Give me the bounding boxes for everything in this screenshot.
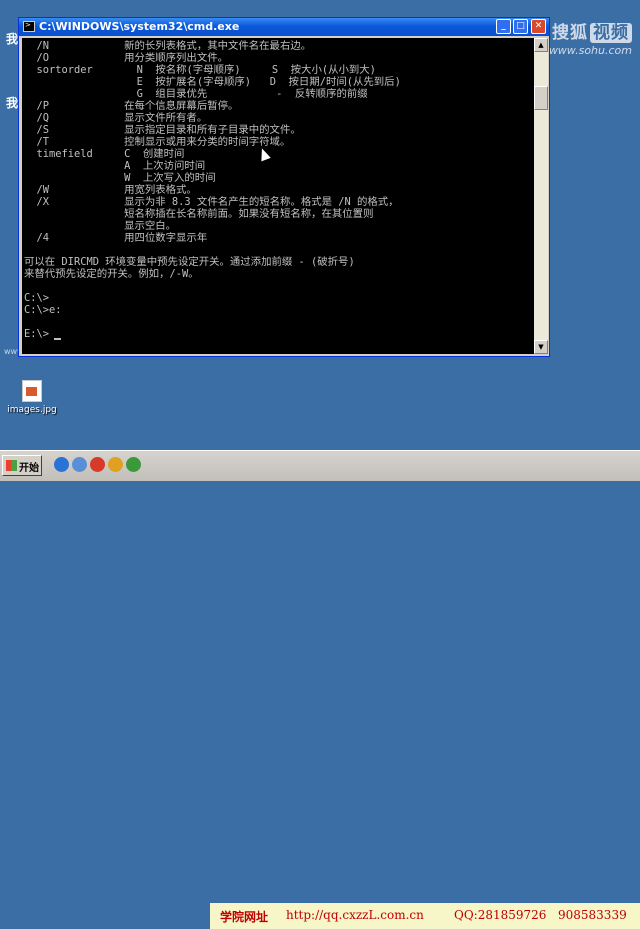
console-line: C:\>e: [24, 304, 62, 316]
scrollbar-thumb[interactable] [534, 86, 548, 110]
image-file-icon [22, 380, 42, 402]
banner-url: http://qq.cxzzL.com.cn [286, 908, 424, 922]
app-icon[interactable] [126, 457, 141, 472]
watermark-brand-box: 视频 [590, 23, 632, 43]
browser-icon[interactable] [72, 457, 87, 472]
console-icon [23, 21, 35, 32]
console-line: /P 在每个信息屏幕后暂停。 [24, 100, 239, 112]
close-button[interactable]: ✕ [531, 19, 546, 34]
windows-flag-icon [6, 460, 17, 471]
console-line: W 上次写入的时间 [24, 172, 216, 184]
site-banner: 学院网址 http://qq.cxzzL.com.cn QQ:281859726… [210, 903, 640, 929]
window-titlebar[interactable]: C:\WINDOWS\system32\cmd.exe _ □ ✕ [19, 18, 549, 36]
console-line: E 按扩展名(字母顺序) D 按日期/时间(从先到后) [24, 76, 401, 88]
start-button[interactable]: 开始 [2, 455, 42, 476]
console-line: sortorder N 按名称(字母顺序) S 按大小(从小到大) [24, 64, 376, 76]
ie-icon[interactable] [54, 457, 69, 472]
console-line: E:\> [24, 328, 50, 340]
console-line: timefield C 创建时间 [24, 148, 185, 160]
console-output[interactable]: /N 新的长列表格式，其中文件名在最右边。 /O 用分类顺序列出文件。 sort… [22, 38, 534, 354]
window-title: C:\WINDOWS\system32\cmd.exe [39, 20, 240, 33]
media-icon[interactable] [90, 457, 105, 472]
desktop-fragment: 我 [6, 96, 19, 110]
console-line: 短名称插在长名称前面。如果没有短名称，在其位置则 [24, 208, 374, 220]
taskbar: 开始 学院网址 http://qq.cxzzL.com.cn QQ:281859… [0, 450, 640, 929]
desktop-fragment: 我 [6, 32, 19, 46]
mouse-pointer-icon [257, 146, 271, 162]
console-line: 来替代预先设定的开关。例如，/-W。 [24, 268, 199, 280]
console-line: /W 用宽列表格式。 [24, 184, 197, 196]
console-line: /X 显示为非 8.3 文件名产生的短名称。格式是 /N 的格式， [24, 196, 399, 208]
desktop-icon-images[interactable]: images.jpg [6, 380, 58, 415]
banner-qq2: 908583339 [558, 908, 627, 922]
watermark-url: www.sohu.com [548, 44, 632, 57]
sohu-watermark: 搜狐 视频 www.sohu.com [549, 18, 632, 57]
console-line: G 组目录优先 - 反转顺序的前缀 [24, 88, 368, 100]
console-line: C:\> [24, 292, 50, 304]
vertical-scrollbar[interactable]: ▲ ▼ [534, 38, 548, 354]
text-cursor [54, 338, 61, 340]
banner-label: 学院网址 [220, 910, 269, 924]
console-line: /T 控制显示或用来分类的时间字符域。 [24, 136, 291, 148]
start-label: 开始 [19, 463, 39, 474]
console-line: /N 新的长列表格式，其中文件名在最右边。 [24, 40, 312, 52]
console-line: /Q 显示文件所有者。 [24, 112, 208, 124]
desktop-icon-label: images.jpg [7, 405, 57, 415]
scroll-up-icon[interactable]: ▲ [534, 38, 548, 52]
scroll-down-icon[interactable]: ▼ [534, 340, 548, 354]
console-line: /4 用四位数字显示年 [24, 232, 208, 244]
console-line: 显示空白。 [24, 220, 177, 232]
console-line: 可以在 DIRCMD 环境变量中预先设定开关。通过添加前缀 - (破折号) [24, 256, 355, 268]
maximize-button[interactable]: □ [513, 19, 528, 34]
app-icon[interactable] [108, 457, 123, 472]
banner-qq: QQ:281859726 [454, 908, 547, 922]
cmd-window[interactable]: C:\WINDOWS\system32\cmd.exe _ □ ✕ /N 新的长… [18, 17, 550, 357]
console-line: A 上次访问时间 [24, 160, 206, 172]
console-line: /S 显示指定目录和所有子目录中的文件。 [24, 124, 301, 136]
minimize-button[interactable]: _ [496, 19, 511, 34]
watermark-brand: 搜狐 [552, 23, 588, 43]
console-line: /O 用分类顺序列出文件。 [24, 52, 229, 64]
